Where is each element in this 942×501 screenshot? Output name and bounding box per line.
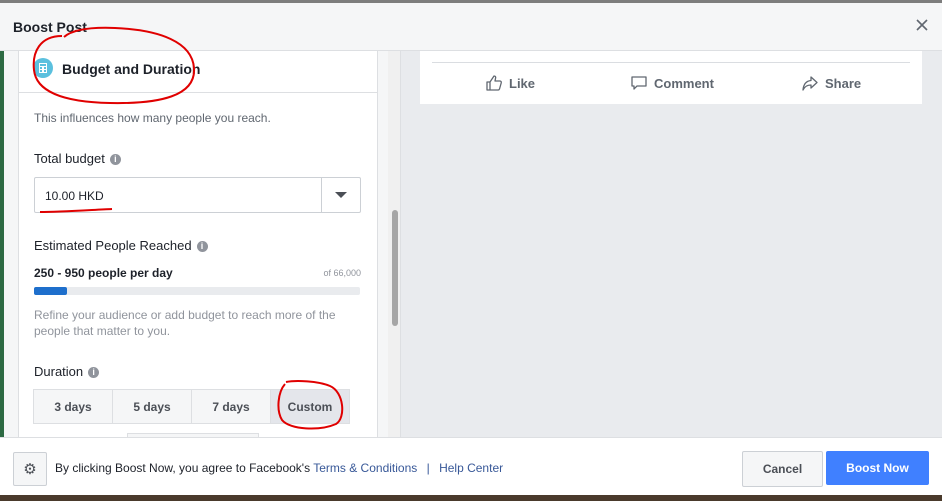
cancel-button[interactable]: Cancel — [742, 451, 823, 487]
share-label: Share — [825, 75, 862, 91]
reach-range: 250 - 950 people per day — [34, 266, 173, 280]
reach-progress-bar — [34, 287, 360, 295]
budget-dropdown-button[interactable] — [321, 178, 360, 212]
info-icon[interactable]: i — [109, 154, 121, 166]
gear-icon: ⚙ — [23, 461, 37, 478]
dialog-footer: ⚙ By clicking Boost Now, you agree to Fa… — [0, 437, 942, 496]
boost-post-dialog: Boost Post Budget and Duration This infl… — [0, 0, 942, 501]
help-center-link[interactable]: Help Center — [439, 461, 503, 475]
post-preview-card: Like Comment Share — [420, 51, 922, 104]
comment-label: Comment — [654, 75, 714, 91]
boost-now-button[interactable]: Boost Now — [826, 451, 929, 485]
duration-7-days-button[interactable]: 7 days — [191, 389, 271, 424]
share-button[interactable]: Share — [801, 74, 861, 92]
info-icon[interactable]: i — [88, 367, 100, 379]
comment-button[interactable]: Comment — [630, 74, 714, 92]
section-title: Budget and Duration — [62, 61, 201, 77]
preview-pane — [400, 51, 942, 437]
info-icon[interactable]: i — [196, 241, 208, 253]
duration-3-days-button[interactable]: 3 days — [33, 389, 113, 424]
total-budget-text: Total budget — [34, 151, 105, 166]
like-button[interactable]: Like — [485, 74, 535, 92]
footer-separator: | — [426, 461, 430, 475]
share-icon — [802, 76, 818, 91]
duration-text: Duration — [34, 364, 84, 379]
reach-progress-fill — [34, 287, 67, 295]
budget-duration-card: Budget and Duration This influences how … — [18, 51, 378, 438]
dialog-title: Boost Post — [13, 19, 87, 35]
duration-custom-button[interactable]: Custom — [270, 389, 350, 424]
dialog-header: Boost Post — [0, 3, 942, 51]
duration-label: Duration i — [34, 364, 100, 379]
agreement-label: By clicking Boost Now, you agree to Face… — [55, 461, 311, 475]
card-header: Budget and Duration — [19, 51, 377, 93]
background-strip — [0, 51, 4, 437]
reach-hint: Refine your audience or add budget to re… — [34, 308, 336, 338]
comment-icon — [631, 76, 647, 90]
like-label: Like — [509, 75, 536, 91]
section-subtitle: This influences how many people you reac… — [34, 111, 271, 125]
agreement-text: By clicking Boost Now, you agree to Face… — [55, 461, 503, 475]
people-reached-label: Estimated People Reached i — [34, 238, 208, 253]
budget-select[interactable]: 10.00 HKD — [34, 177, 361, 213]
reach-total: of 66,000 — [323, 268, 361, 278]
terms-link[interactable]: Terms & Conditions — [313, 461, 417, 475]
close-icon[interactable] — [914, 17, 930, 33]
total-budget-label: Total budget i — [34, 151, 121, 166]
caret-down-icon — [335, 192, 347, 198]
scrollbar-thumb[interactable] — [392, 210, 398, 326]
budget-icon — [33, 58, 53, 78]
people-reached-text: Estimated People Reached — [34, 238, 192, 253]
budget-value: 10.00 HKD — [45, 189, 104, 203]
duration-options: 3 days 5 days 7 days Custom — [33, 389, 350, 424]
thumbs-up-icon — [486, 75, 502, 91]
background-strip-bottom — [0, 495, 942, 501]
duration-5-days-button[interactable]: 5 days — [112, 389, 192, 424]
post-divider — [432, 62, 910, 63]
settings-button[interactable]: ⚙ — [13, 452, 47, 486]
